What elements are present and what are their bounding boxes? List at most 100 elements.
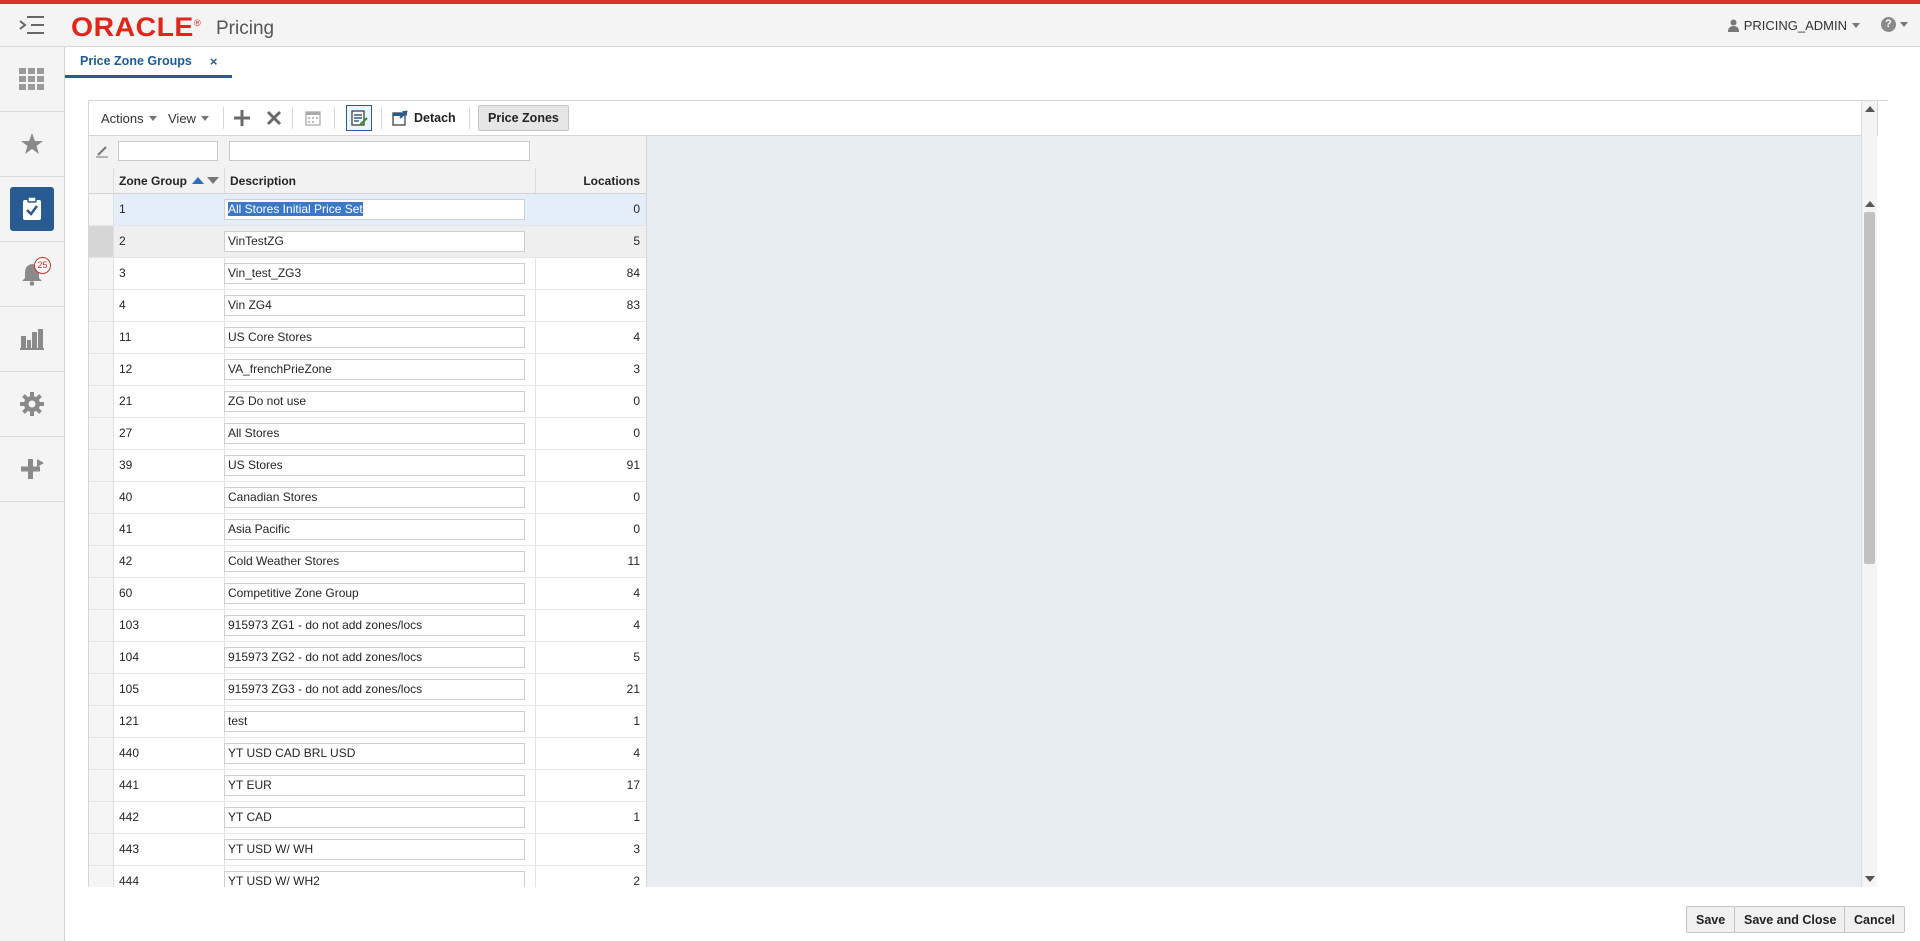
row-header[interactable]	[89, 514, 114, 545]
table-row[interactable]: 41 Asia Pacific 0	[89, 514, 646, 546]
description-input[interactable]: YT USD W/ WH	[224, 839, 525, 860]
price-zones-button[interactable]: Price Zones	[478, 105, 569, 131]
row-header[interactable]	[89, 226, 114, 257]
row-header[interactable]	[89, 738, 114, 769]
add-icon[interactable]	[232, 108, 252, 128]
table-row[interactable]: 105 915973 ZG3 - do not add zones/locs 21	[89, 674, 646, 706]
table-row[interactable]: 60 Competitive Zone Group 4	[89, 578, 646, 610]
description-input[interactable]: YT USD CAD BRL USD	[224, 743, 525, 764]
menu-toggle-icon[interactable]	[18, 14, 46, 36]
table-row[interactable]: 2 VinTestZG 5	[89, 226, 646, 258]
table-row[interactable]: 121 test 1	[89, 706, 646, 738]
sidebar-item-tools[interactable]	[0, 437, 64, 502]
column-header-zone-group[interactable]: Zone Group	[113, 168, 224, 193]
scroll-down-icon[interactable]	[1865, 876, 1875, 882]
actions-menu[interactable]: Actions	[101, 111, 157, 126]
table-row[interactable]: 103 915973 ZG1 - do not add zones/locs 4	[89, 610, 646, 642]
table-row[interactable]: 27 All Stores 0	[89, 418, 646, 450]
column-header-locations[interactable]: Locations	[535, 168, 646, 193]
tab-price-zone-groups[interactable]: Price Zone Groups ×	[65, 47, 233, 78]
scroll-up-icon[interactable]	[1865, 201, 1875, 207]
table-row[interactable]: 104 915973 ZG2 - do not add zones/locs 5	[89, 642, 646, 674]
row-header[interactable]	[89, 866, 114, 887]
sidebar-item-notifications[interactable]: 25	[0, 242, 64, 307]
description-input[interactable]: Asia Pacific	[224, 519, 525, 540]
description-input[interactable]: 915973 ZG2 - do not add zones/locs	[224, 647, 525, 668]
description-input[interactable]: Vin_test_ZG3	[224, 263, 525, 284]
description-input[interactable]: test	[224, 711, 525, 732]
user-menu[interactable]: PRICING_ADMIN	[1727, 18, 1860, 33]
table-row[interactable]: 12 VA_frenchPrieZone 3	[89, 354, 646, 386]
delete-icon[interactable]	[264, 108, 284, 128]
scrollbar-thumb[interactable]	[1864, 212, 1875, 564]
table-row[interactable]: 1 All Stores Initial Price Set 0	[89, 194, 646, 226]
row-header[interactable]	[89, 834, 114, 865]
sidebar-item-tasks[interactable]	[0, 47, 64, 112]
column-header-description[interactable]: Description	[224, 168, 535, 193]
row-header[interactable]	[89, 770, 114, 801]
row-header[interactable]	[89, 322, 114, 353]
description-input[interactable]: YT CAD	[224, 807, 525, 828]
row-header[interactable]	[89, 418, 114, 449]
sidebar-item-favorites[interactable]	[0, 112, 64, 177]
close-icon[interactable]: ×	[210, 54, 218, 69]
description-input[interactable]: YT EUR	[224, 775, 525, 796]
row-header[interactable]	[89, 194, 114, 225]
description-input[interactable]: Cold Weather Stores	[224, 551, 525, 572]
description-input[interactable]: US Stores	[224, 455, 525, 476]
description-input[interactable]: VinTestZG	[224, 231, 525, 252]
row-header[interactable]	[89, 802, 114, 833]
row-header[interactable]	[89, 482, 114, 513]
edit-mode-button[interactable]	[346, 105, 372, 131]
sidebar-item-active[interactable]	[0, 177, 64, 242]
table-row[interactable]: 21 ZG Do not use 0	[89, 386, 646, 418]
description-input[interactable]: Competitive Zone Group	[224, 583, 525, 604]
row-header[interactable]	[89, 450, 114, 481]
sidebar-item-settings[interactable]	[0, 372, 64, 437]
row-header[interactable]	[89, 258, 114, 289]
row-header[interactable]	[89, 290, 114, 321]
table-row[interactable]: 444 YT USD W/ WH2 2	[89, 866, 646, 887]
cancel-button[interactable]: Cancel	[1844, 906, 1905, 933]
table-row[interactable]: 443 YT USD W/ WH 3	[89, 834, 646, 866]
table-row[interactable]: 440 YT USD CAD BRL USD 4	[89, 738, 646, 770]
row-header[interactable]	[89, 610, 114, 641]
table-row[interactable]: 442 YT CAD 1	[89, 802, 646, 834]
table-row[interactable]: 441 YT EUR 17	[89, 770, 646, 802]
row-header[interactable]	[89, 642, 114, 673]
description-input[interactable]: All Stores Initial Price Set	[224, 199, 525, 220]
sort-ascending-icon[interactable]	[192, 177, 204, 184]
view-menu[interactable]: View	[168, 111, 209, 126]
table-row[interactable]: 4 Vin ZG4 83	[89, 290, 646, 322]
filter-clear-icon[interactable]	[95, 144, 109, 161]
description-input[interactable]: YT USD W/ WH2	[224, 871, 525, 887]
description-input[interactable]: All Stores	[224, 423, 525, 444]
calendar-icon[interactable]	[303, 108, 323, 128]
row-header[interactable]	[89, 706, 114, 737]
row-header[interactable]	[89, 578, 114, 609]
row-header[interactable]	[89, 546, 114, 577]
description-filter-input[interactable]	[229, 141, 530, 161]
row-header[interactable]	[89, 674, 114, 705]
description-input[interactable]: Canadian Stores	[224, 487, 525, 508]
description-input[interactable]: ZG Do not use	[224, 391, 525, 412]
detach-button[interactable]: Detach	[392, 106, 456, 130]
table-row[interactable]: 11 US Core Stores 4	[89, 322, 646, 354]
zone-group-filter-input[interactable]	[118, 141, 218, 161]
description-input[interactable]: Vin ZG4	[224, 295, 525, 316]
table-row[interactable]: 3 Vin_test_ZG3 84	[89, 258, 646, 290]
row-header[interactable]	[89, 354, 114, 385]
description-input[interactable]: US Core Stores	[224, 327, 525, 348]
sort-descending-icon[interactable]	[207, 177, 219, 184]
save-and-close-button[interactable]: Save and Close	[1734, 906, 1847, 933]
table-row[interactable]: 42 Cold Weather Stores 11	[89, 546, 646, 578]
row-header[interactable]	[89, 386, 114, 417]
scroll-up-icon[interactable]	[1865, 106, 1875, 112]
table-row[interactable]: 39 US Stores 91	[89, 450, 646, 482]
table-row[interactable]: 40 Canadian Stores 0	[89, 482, 646, 514]
sidebar-item-reports[interactable]	[0, 307, 64, 372]
help-menu[interactable]: ?	[1881, 17, 1908, 32]
description-input[interactable]: 915973 ZG3 - do not add zones/locs	[224, 679, 525, 700]
description-input[interactable]: VA_frenchPrieZone	[224, 359, 525, 380]
save-button[interactable]: Save	[1686, 906, 1736, 933]
